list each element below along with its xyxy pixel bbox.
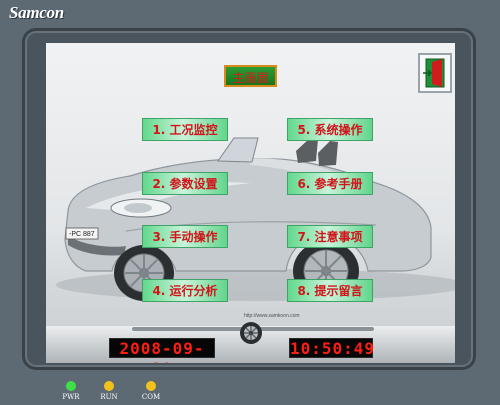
menu-button-manual-operation[interactable]: 3. 手动操作 <box>142 225 228 248</box>
run-indicator-label: RUN <box>100 393 118 401</box>
wheel-icon <box>240 322 262 344</box>
exit-door-icon <box>423 58 445 88</box>
pwr-indicator-light <box>66 381 76 391</box>
menu-button-parameter-settings[interactable]: 2. 参数设置 <box>142 172 228 195</box>
svg-text:-PC 887: -PC 887 <box>69 231 95 238</box>
pwr-indicator-label: PWR <box>62 393 80 401</box>
brand-logo: Samcon <box>9 3 64 22</box>
exit-button[interactable] <box>418 53 452 93</box>
com-indicator-light <box>146 381 156 391</box>
menu-button-system-operation[interactable]: 5. 系统操作 <box>287 118 373 141</box>
menu-button-precautions[interactable]: 7. 注意事项 <box>287 225 373 248</box>
menu-button-notes[interactable]: 8. 提示留言 <box>287 279 373 302</box>
menu-button-reference-manual[interactable]: 6. 参考手册 <box>287 172 373 195</box>
run-indicator-light <box>104 381 114 391</box>
time-display: 10:50:49 <box>289 338 376 358</box>
com-indicator-label: COM <box>141 393 161 401</box>
website-url: http://www.samkoon.com <box>244 313 300 319</box>
menu-button-run-analysis[interactable]: 4. 运行分析 <box>142 279 228 302</box>
main-screen-title-button[interactable]: 主画面 <box>224 65 277 87</box>
hmi-screen: -PC 887 主画面 1. 工况监控 2. 参数设置 3. 手动操作 4. 运… <box>46 43 455 363</box>
date-display: 2008-09-19 <box>109 338 215 363</box>
menu-button-condition-monitor[interactable]: 1. 工况监控 <box>142 118 228 141</box>
